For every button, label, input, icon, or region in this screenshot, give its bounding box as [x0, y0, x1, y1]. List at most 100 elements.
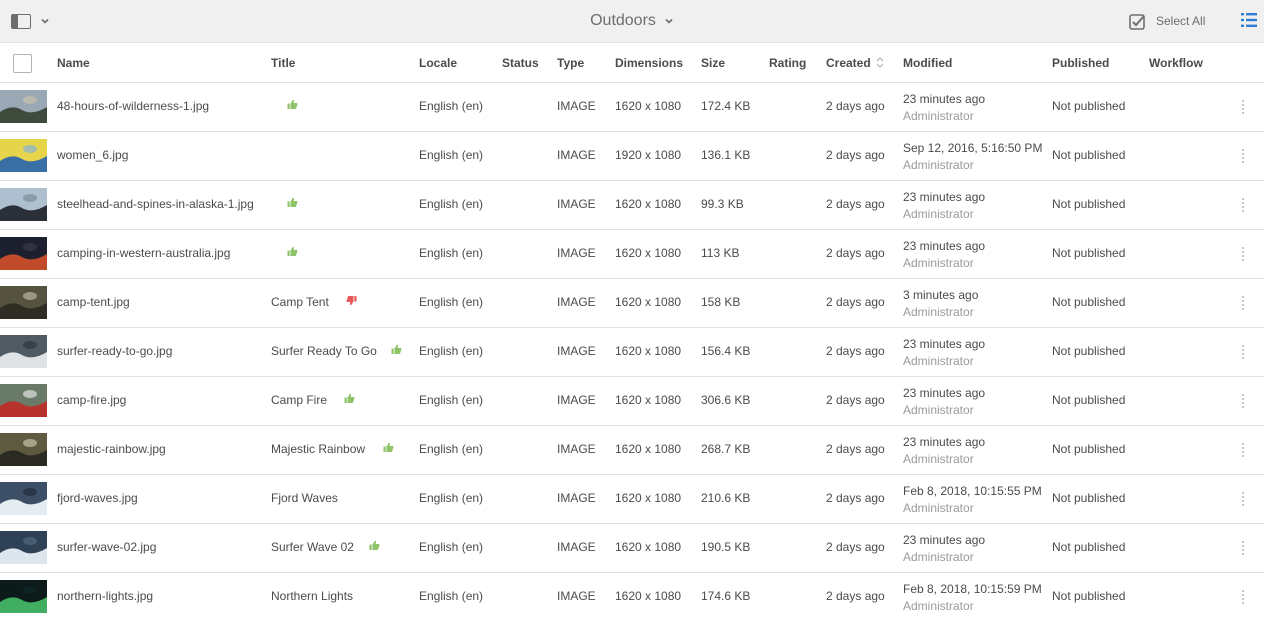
column-header-created[interactable]: Created	[826, 56, 884, 70]
asset-modified-by: Administrator	[903, 305, 974, 319]
more-options-icon[interactable]	[1240, 590, 1246, 604]
asset-name[interactable]: surfer-ready-to-go.jpg	[57, 344, 172, 358]
asset-locale: English (en)	[419, 295, 484, 309]
asset-modified-by: Administrator	[903, 452, 974, 466]
table-row[interactable]: majestic-rainbow.jpg Majestic Rainbow Engl…	[0, 426, 1264, 475]
asset-locale: English (en)	[419, 491, 484, 505]
column-header-dimensions[interactable]: Dimensions	[615, 56, 683, 70]
column-header-rating[interactable]: Rating	[769, 56, 806, 70]
list-view-icon[interactable]	[1240, 11, 1258, 29]
thumbs-up-icon	[287, 99, 298, 109]
asset-thumbnail	[0, 384, 47, 417]
more-options-icon[interactable]	[1240, 541, 1246, 555]
more-options-icon[interactable]	[1240, 443, 1246, 457]
asset-created: 2 days ago	[826, 99, 885, 113]
asset-dimensions: 1620 x 1080	[615, 197, 682, 211]
column-header-workflow[interactable]: Workflow	[1149, 56, 1203, 70]
asset-modified: 23 minutes ago	[903, 435, 986, 449]
asset-type: IMAGE	[557, 99, 596, 113]
column-header-created-label: Created	[826, 56, 871, 70]
asset-modified-by: Administrator	[903, 207, 974, 221]
sort-icon	[876, 57, 884, 68]
asset-thumbnail	[0, 188, 47, 221]
asset-thumbnail	[0, 433, 47, 466]
asset-thumbnail	[0, 286, 47, 319]
asset-size: 158 KB	[701, 295, 741, 309]
view-title-dropdown[interactable]: Outdoors	[590, 12, 674, 30]
asset-title: Surfer Wave 02	[271, 540, 354, 554]
asset-published-status: Not published	[1052, 344, 1126, 358]
column-header-type[interactable]: Type	[557, 56, 584, 70]
column-header-name[interactable]: Name	[57, 56, 90, 70]
asset-published-status: Not published	[1052, 540, 1126, 554]
asset-dimensions: 1620 x 1080	[615, 99, 682, 113]
table-row[interactable]: 48-hours-of-wilderness-1.jpg English (en)…	[0, 83, 1264, 132]
asset-type: IMAGE	[557, 148, 596, 162]
more-options-icon[interactable]	[1240, 198, 1246, 212]
asset-locale: English (en)	[419, 393, 484, 407]
column-header-modified[interactable]: Modified	[903, 56, 952, 70]
asset-name[interactable]: northern-lights.jpg	[57, 589, 153, 603]
rail-toggle-button[interactable]	[11, 10, 55, 32]
asset-name[interactable]: camp-tent.jpg	[57, 295, 130, 309]
asset-thumbnail	[0, 335, 47, 368]
chevron-down-icon	[665, 18, 673, 24]
table-row[interactable]: camp-fire.jpg Camp Fire English (en) IMAGE 1…	[0, 377, 1264, 426]
asset-size: 190.5 KB	[701, 540, 751, 554]
page-title: Outdoors	[590, 12, 656, 29]
asset-type: IMAGE	[557, 540, 596, 554]
column-header-size[interactable]: Size	[701, 56, 725, 70]
table-row[interactable]: surfer-ready-to-go.jpg Surfer Ready To Go…	[0, 328, 1264, 377]
thumbs-up-icon	[344, 393, 355, 403]
table-row[interactable]: women_6.jpg English (en) IMAGE 1920 x 1080 1…	[0, 132, 1264, 181]
asset-published-status: Not published	[1052, 246, 1126, 260]
column-header-status[interactable]: Status	[502, 56, 539, 70]
asset-thumbnail	[0, 482, 47, 515]
asset-title: Northern Lights	[271, 589, 354, 603]
table-header: Name Title Locale Status Type Dimensions…	[0, 43, 1264, 83]
asset-modified-by: Administrator	[903, 501, 974, 515]
more-options-icon[interactable]	[1240, 394, 1246, 408]
asset-name[interactable]: women_6.jpg	[57, 148, 128, 162]
column-header-published[interactable]: Published	[1052, 56, 1109, 70]
asset-modified: 23 minutes ago	[903, 239, 986, 253]
select-all-button[interactable]: Select All	[1129, 11, 1205, 31]
asset-name[interactable]: majestic-rainbow.jpg	[57, 442, 166, 456]
asset-created: 2 days ago	[826, 344, 885, 358]
select-all-checkbox[interactable]	[13, 54, 32, 73]
thumbs-up-icon	[287, 246, 298, 256]
asset-title: Majestic Rainbow	[271, 442, 366, 456]
asset-name[interactable]: 48-hours-of-wilderness-1.jpg	[57, 99, 209, 113]
asset-size: 136.1 KB	[701, 148, 751, 162]
asset-locale: English (en)	[419, 442, 484, 456]
asset-name[interactable]: camp-fire.jpg	[57, 393, 126, 407]
column-header-title[interactable]: Title	[271, 56, 295, 70]
asset-size: 268.7 KB	[701, 442, 751, 456]
asset-created: 2 days ago	[826, 589, 885, 603]
more-options-icon[interactable]	[1240, 100, 1246, 114]
table-row[interactable]: camp-tent.jpg Camp Tent English (en) IMAGE 1…	[0, 279, 1264, 328]
asset-modified-by: Administrator	[903, 109, 974, 123]
asset-name[interactable]: steelhead-and-spines-in-alaska-1.jpg	[57, 197, 254, 211]
asset-type: IMAGE	[557, 246, 596, 260]
table-row[interactable]: surfer-wave-02.jpg Surfer Wave 02 English …	[0, 524, 1264, 573]
asset-dimensions: 1620 x 1080	[615, 246, 682, 260]
more-options-icon[interactable]	[1240, 247, 1246, 261]
asset-name[interactable]: camping-in-western-australia.jpg	[57, 246, 230, 260]
asset-created: 2 days ago	[826, 442, 885, 456]
asset-name[interactable]: fjord-waves.jpg	[57, 491, 138, 505]
asset-type: IMAGE	[557, 295, 596, 309]
more-options-icon[interactable]	[1240, 345, 1246, 359]
more-options-icon[interactable]	[1240, 296, 1246, 310]
table-row[interactable]: fjord-waves.jpg Fjord Waves English (en) IM…	[0, 475, 1264, 524]
column-header-locale[interactable]: Locale	[419, 56, 457, 70]
asset-name[interactable]: surfer-wave-02.jpg	[57, 540, 156, 554]
table-row[interactable]: northern-lights.jpg Northern Lights Englis…	[0, 573, 1264, 617]
asset-created: 2 days ago	[826, 491, 885, 505]
more-options-icon[interactable]	[1240, 149, 1246, 163]
table-row[interactable]: camping-in-western-australia.jpg English …	[0, 230, 1264, 279]
thumbs-down-icon	[346, 296, 357, 306]
more-options-icon[interactable]	[1240, 492, 1246, 506]
view-title-area: Outdoors	[0, 0, 1264, 42]
table-row[interactable]: steelhead-and-spines-in-alaska-1.jpg Engl…	[0, 181, 1264, 230]
